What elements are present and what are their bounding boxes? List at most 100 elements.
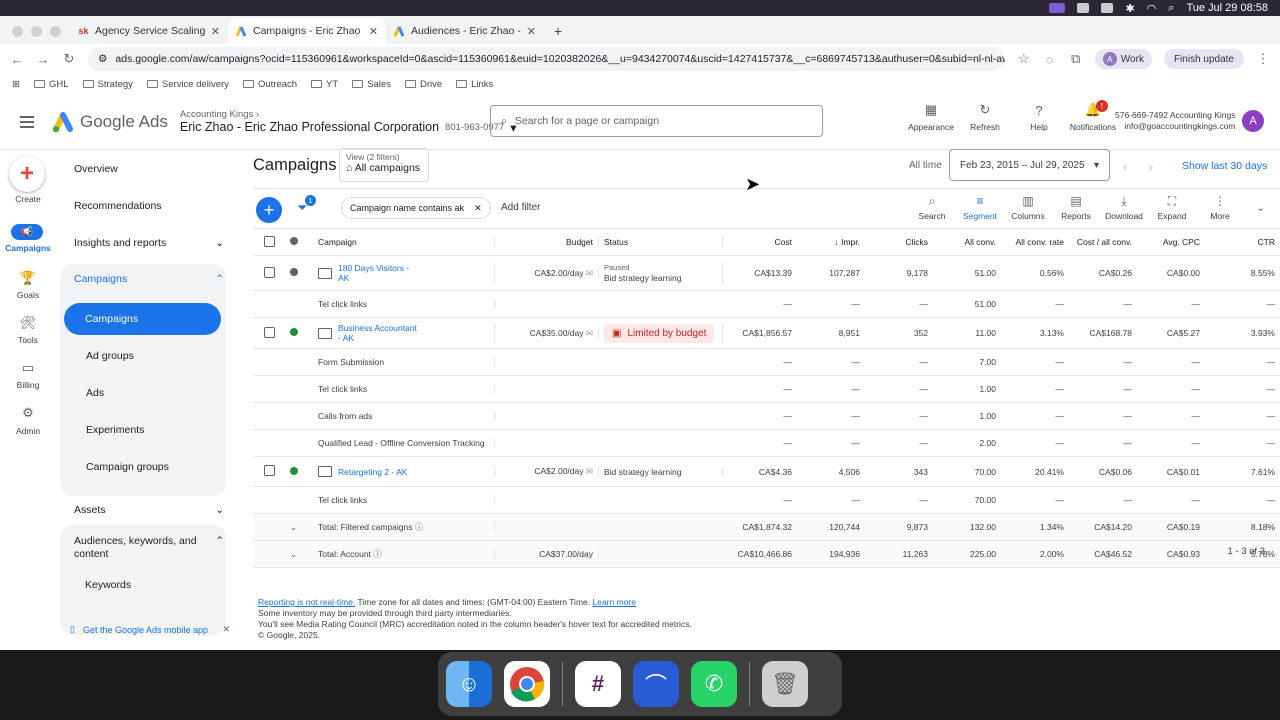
chevron-down-icon[interactable]: ⌄ [1256, 201, 1265, 214]
new-campaign-button[interactable]: + [256, 197, 282, 223]
conversion-action-row[interactable]: Calls from ads — — — 1.00 — — — — [253, 403, 1280, 430]
bookmark-item[interactable]: Sales [352, 79, 391, 90]
slack-icon[interactable]: # [575, 661, 621, 707]
sidebar-item-ad-groups[interactable]: Ad groups [86, 350, 134, 362]
columns-tool-button[interactable]: ▥ Columns [1004, 194, 1052, 221]
expand-tool-button[interactable]: ⛶ Expand [1148, 194, 1196, 221]
extensions-puzzle-icon[interactable]: ⧉ [1069, 51, 1083, 67]
sidebar-item-campaigns-group[interactable]: Campaigns ⌃ [74, 273, 224, 285]
create-button[interactable]: + [9, 156, 45, 192]
rail-billing-label[interactable]: Billing [0, 380, 56, 390]
next-period-icon[interactable]: › [1149, 160, 1153, 174]
row-checkbox[interactable] [253, 326, 285, 340]
new-tab-button[interactable]: + [544, 18, 572, 44]
chrome-icon[interactable] [504, 661, 550, 707]
status-icon[interactable] [1077, 3, 1090, 13]
screen-icon[interactable] [1049, 3, 1066, 13]
sidebar-item-experiments[interactable]: Experiments [86, 424, 144, 436]
goals-trophy-icon[interactable]: 🏆 [17, 270, 39, 286]
campaign-row[interactable]: Business Accountant - AK CA$35.00/day ✉ ▣ L… [253, 318, 1280, 349]
col-header[interactable]: Avg. CPC [1137, 237, 1205, 247]
search-input[interactable]: ⌕ Search for a page or campaign [490, 105, 823, 137]
spotlight-icon[interactable]: ⌕ [1168, 2, 1174, 15]
remove-filter-icon[interactable]: ✕ [474, 203, 482, 214]
col-header[interactable]: CTR [1205, 237, 1280, 247]
col-header[interactable]: Cost [723, 237, 797, 247]
conversion-action-row[interactable]: Tel click links — — — 70.00 — — — — [253, 487, 1280, 514]
conversion-action-row[interactable]: Tel click links — — — 51.00 — — — — [253, 291, 1280, 318]
user-info[interactable]: 576-669-7492 Accounting Kings info@goacc… [1115, 110, 1236, 132]
extension-icon[interactable]: ◌ [1043, 52, 1057, 67]
rail-goals-label[interactable]: Goals [0, 290, 56, 300]
close-window-button[interactable] [12, 26, 23, 37]
row-checkbox[interactable] [253, 465, 285, 478]
download-tool-button[interactable]: ⤓ Download [1100, 194, 1148, 221]
reports-tool-button[interactable]: ▤ Reports [1052, 194, 1100, 221]
sidebar-item-ads[interactable]: Ads [86, 387, 104, 399]
rail-tools-label[interactable]: Tools [0, 335, 56, 345]
bookmark-item[interactable]: Drive [404, 79, 442, 90]
filter-chip[interactable]: Campaign name contains ak ✕ [341, 197, 491, 219]
bid-strategy-status[interactable]: Bid strategy learning [604, 273, 682, 283]
campaign-link[interactable]: 180 Days Visitors - AK [338, 263, 418, 283]
col-header[interactable]: Cost / all conv. [1069, 237, 1137, 247]
sidebar-item-keywords[interactable]: Keywords [85, 579, 131, 591]
site-info-icon[interactable]: ⚙ [98, 53, 107, 65]
battery-icon[interactable] [1101, 3, 1114, 13]
google-ads-logo[interactable]: Google Ads [52, 111, 168, 133]
bookmark-star-icon[interactable]: ☆ [1017, 51, 1031, 67]
close-tab-icon[interactable]: ✕ [369, 25, 378, 38]
realtime-link[interactable]: Reporting is not real-time. [258, 597, 355, 607]
bookmark-item[interactable]: Service delivery [146, 79, 229, 90]
zoom-window-button[interactable] [50, 26, 61, 37]
minimize-window-button[interactable] [31, 26, 42, 37]
add-filter-button[interactable]: Add filter [501, 202, 540, 213]
segment-tool-button[interactable]: ≡ Segment [956, 194, 1004, 221]
hamburger-menu-icon[interactable] [20, 115, 34, 128]
col-header[interactable]: Budget [495, 237, 599, 247]
trash-icon[interactable]: 🗑 [762, 661, 808, 707]
rail-admin-label[interactable]: Admin [0, 426, 56, 436]
campaign-name-cell[interactable]: 180 Days Visitors - AK [313, 263, 495, 283]
mobile-app-promo[interactable]: ▯ Get the Google Ads mobile app ✕ [70, 624, 230, 635]
conversion-action-row[interactable]: Form Submission — — — 7.00 — — — — [253, 349, 1280, 376]
rail-campaigns-label[interactable]: Campaigns [0, 243, 56, 253]
campaign-link[interactable]: Business Accountant - AK [338, 323, 418, 343]
bid-strategy-status[interactable]: Bid strategy learning [604, 466, 682, 477]
prev-period-icon[interactable]: ‹ [1123, 160, 1127, 174]
col-header[interactable]: Campaign [313, 237, 495, 247]
tools-wrench-icon[interactable]: 🛠 [17, 315, 39, 331]
col-header[interactable]: Status [599, 237, 723, 247]
sidebar-item-assets[interactable]: Assets ⌄ [74, 504, 224, 516]
finder-icon[interactable]: ☺ [446, 661, 492, 707]
bookmark-item[interactable]: Links [456, 79, 493, 90]
browser-tab[interactable]: Audiences - Eric Zhao - Eric ✕ [386, 18, 544, 44]
col-header[interactable]: All conv. rate [1001, 237, 1069, 247]
sidebar-item-overview[interactable]: Overview [74, 163, 224, 175]
bluetooth-icon[interactable]: ✱ [1125, 2, 1134, 15]
campaigns-icon[interactable]: 📢 [11, 224, 43, 240]
browser-tab-active[interactable]: Campaigns - Eric Zhao - Eric ✕ [228, 18, 386, 44]
more-tool-button[interactable]: ⋮ More [1196, 194, 1244, 221]
apps-grid-icon[interactable]: ⊞ [12, 79, 20, 90]
campaign-name-cell[interactable]: Business Accountant - AK [313, 323, 495, 343]
learn-more-link[interactable]: Learn more [592, 597, 635, 607]
bookmark-item[interactable]: GHL [33, 79, 69, 90]
user-avatar[interactable]: A [1242, 110, 1264, 132]
select-all-checkbox[interactable] [253, 235, 285, 249]
sidebar-item-campaigns[interactable]: Campaigns [64, 303, 221, 335]
row-checkbox[interactable] [253, 266, 285, 280]
col-header[interactable]: All conv. [933, 237, 1001, 247]
notifications-button[interactable]: 🔔 Notifications! [1066, 100, 1120, 132]
billing-card-icon[interactable]: ▭ [17, 360, 39, 376]
finish-update-button[interactable]: Finish update [1163, 49, 1244, 69]
sidebar-item-audiences[interactable]: Audiences, keywords, and content ⌃ [74, 535, 224, 561]
bookmark-item[interactable]: Outreach [242, 79, 297, 90]
profile-button[interactable]: A Work [1094, 49, 1152, 69]
campaign-row[interactable]: 180 Days Visitors - AK CA$2.00/day ✉ Pause… [253, 256, 1280, 291]
sidebar-item-recommendations[interactable]: Recommendations [74, 200, 224, 212]
address-bar[interactable]: ⚙ ads.google.com/aw/campaigns?ocid=11536… [88, 47, 1005, 71]
sidebar-item-insights[interactable]: Insights and reports ⌄ [74, 237, 224, 249]
reload-icon[interactable]: ↻ [62, 51, 76, 67]
help-button[interactable]: ? Help [1012, 102, 1066, 133]
